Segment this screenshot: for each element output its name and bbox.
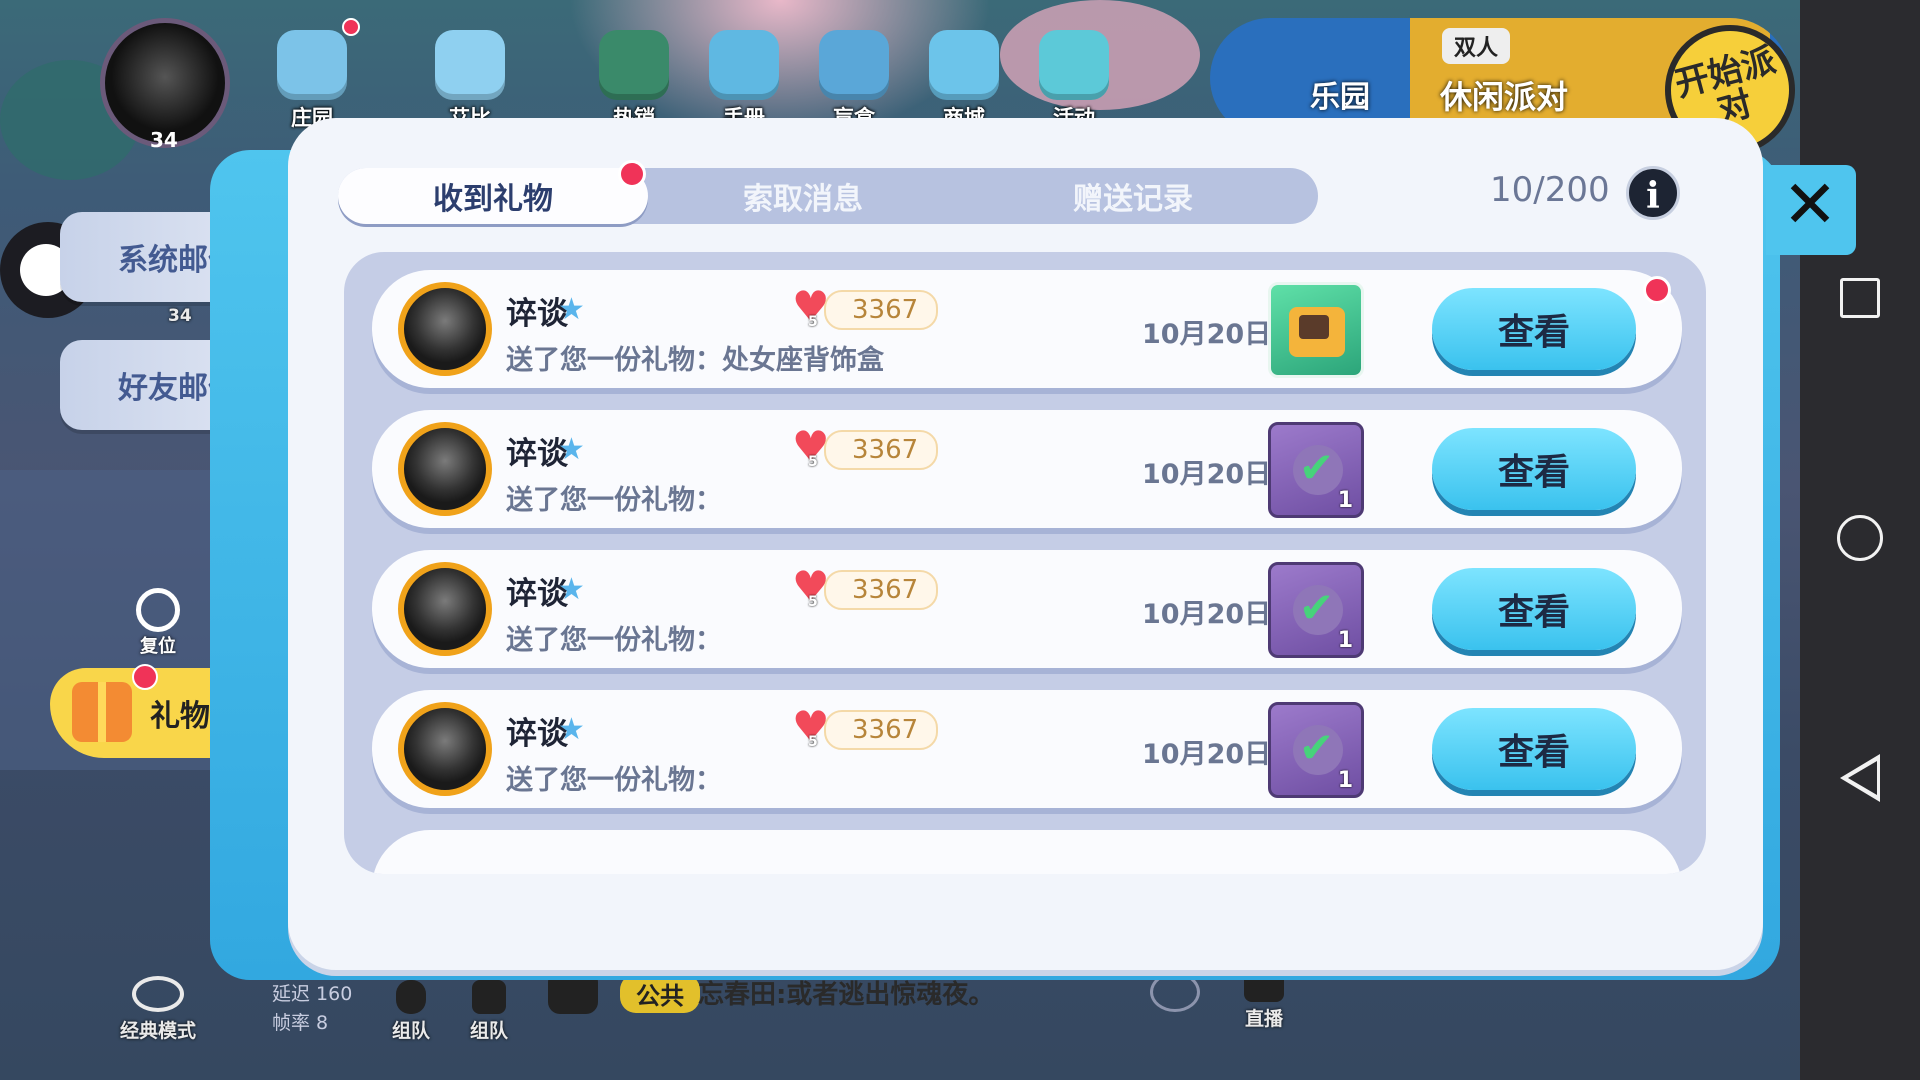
gift-dialog: 索取消息 赠送记录 收到礼物 10/200 i 谇谈 ★ 送了您一份礼物：处女座… (288, 118, 1763, 970)
nav-shop[interactable]: 商城 (914, 30, 1014, 132)
network-stats: 延迟 160 帧率 8 (272, 980, 352, 1038)
back-triangle-icon (1840, 754, 1880, 802)
reset-label: 复位 (140, 636, 176, 657)
sender-avatar[interactable] (398, 702, 492, 796)
reset-button[interactable]: 复位 (128, 588, 188, 658)
player-level: 34 (150, 128, 178, 152)
list-item: 谇谈 ★ 送了您一份礼物： 3367 ♥ 5 10月20日 1 查看 (372, 410, 1682, 528)
info-icon[interactable]: i (1626, 166, 1680, 220)
claimed-check-icon[interactable]: 1 (1268, 702, 1364, 798)
claimed-check-icon[interactable]: 1 (1268, 562, 1364, 658)
tab-sent-records[interactable]: 赠送记录 (978, 168, 1288, 224)
refresh-icon (136, 588, 180, 632)
gift-date: 10月20日 (1142, 319, 1272, 350)
square-icon (1840, 278, 1880, 318)
home-button[interactable] (1800, 498, 1920, 578)
tab-request-messages[interactable]: 索取消息 (648, 168, 958, 224)
list-item-partial (372, 830, 1682, 874)
gift-message: 送了您一份礼物： (506, 625, 722, 656)
list-item: 谇谈 ★ 送了您一份礼物：处女座背饰盒 3367 ♥ 5 10月20日 查看 (372, 270, 1682, 388)
team-mic-button[interactable]: 组队 (392, 980, 430, 1043)
gift-message: 送了您一份礼物： (506, 765, 722, 796)
gift-list[interactable]: 谇谈 ★ 送了您一份礼物：处女座背饰盒 3367 ♥ 5 10月20日 查看 谇… (344, 252, 1706, 874)
circle-icon (1837, 515, 1883, 561)
item-quantity: 1 (1337, 768, 1353, 793)
item-quantity: 1 (1337, 628, 1353, 653)
friendship-points: 3367 (824, 430, 939, 470)
fps-text: 帧率 8 (272, 1012, 329, 1034)
list-item: 谇谈 ★ 送了您一份礼物： 3367 ♥ 5 10月20日 1 查看 (372, 550, 1682, 668)
nav-manor[interactable]: 庄园 (262, 30, 362, 132)
side-level: 34 (168, 306, 192, 326)
gift-center-notification-dot (132, 664, 158, 690)
latency-text: 延迟 160 (272, 983, 353, 1005)
friendship-points: 3367 (824, 290, 939, 330)
friendship-points: 3367 (824, 570, 939, 610)
nav-handbook[interactable]: 手册 (694, 30, 794, 132)
gift-box-icon[interactable] (1268, 282, 1364, 378)
star-icon: ★ (558, 292, 585, 327)
list-item: 谇谈 ★ 送了您一份礼物： 3367 ♥ 5 10月20日 1 查看 (372, 690, 1682, 808)
claimed-check-icon[interactable]: 1 (1268, 422, 1364, 518)
recents-button[interactable] (1800, 258, 1920, 338)
tab-received-gifts[interactable]: 收到礼物 (338, 168, 648, 224)
house-icon (277, 30, 347, 100)
cat-mascot-icon (435, 30, 505, 100)
heart-level: 5 (808, 734, 818, 750)
mode-label: 经典模式 (120, 1020, 197, 1042)
view-button[interactable]: 查看 (1432, 288, 1636, 370)
park-button[interactable]: 乐园 (1310, 72, 1370, 116)
view-button[interactable]: 查看 (1432, 708, 1636, 790)
classic-mode-button[interactable]: 经典模式 (120, 976, 196, 1043)
heart-level: 5 (808, 454, 818, 470)
gift-date: 10月20日 (1142, 459, 1272, 490)
nav-hot-sale[interactable]: 热销 (584, 30, 684, 132)
friendship-points: 3367 (824, 710, 939, 750)
microphone-icon (396, 980, 426, 1014)
sender-avatar[interactable] (398, 562, 492, 656)
tab-notification-dot (618, 160, 646, 188)
nav-abby[interactable]: 艾比 (420, 30, 520, 132)
item-quantity: 1 (1337, 488, 1353, 513)
view-button[interactable]: 查看 (1432, 428, 1636, 510)
gift-date: 10月20日 (1142, 739, 1272, 770)
gift-counter: 10/200 (1490, 170, 1610, 210)
live-label: 直播 (1244, 1008, 1283, 1030)
gift-tabs: 索取消息 赠送记录 收到礼物 (338, 168, 1318, 224)
handbook-icon (709, 30, 779, 100)
heart-level: 5 (808, 594, 818, 610)
sender-avatar[interactable] (398, 422, 492, 516)
duo-badge: 双人 (1442, 28, 1511, 64)
activity-icon (1039, 30, 1109, 100)
nav-activity[interactable]: 活动 (1024, 30, 1124, 132)
view-button[interactable]: 查看 (1432, 568, 1636, 650)
eye-icon (132, 976, 184, 1012)
shop-bag-icon (929, 30, 999, 100)
gift-date: 10月20日 (1142, 599, 1272, 630)
back-button[interactable] (1800, 738, 1920, 818)
star-icon: ★ (558, 712, 585, 747)
heart-level: 5 (808, 314, 818, 330)
nav-blind-box[interactable]: 盲盒 (804, 30, 904, 132)
team-speaker-button[interactable]: 组队 (470, 980, 508, 1043)
gift-message: 送了您一份礼物： (506, 485, 722, 516)
sender-avatar[interactable] (398, 282, 492, 376)
close-icon[interactable]: ✕ (1775, 170, 1845, 240)
gift-message: 送了您一份礼物：处女座背饰盒 (506, 345, 884, 376)
casual-party-label[interactable]: 休闲派对 (1440, 72, 1568, 118)
blind-box-icon (819, 30, 889, 100)
hot-sale-icon (599, 30, 669, 100)
gift-icon (72, 682, 132, 742)
team-mic-label: 组队 (392, 1020, 431, 1042)
speaker-icon (472, 980, 506, 1014)
system-navigation-bar (1800, 0, 1920, 1080)
star-icon: ★ (558, 432, 585, 467)
team-speaker-label: 组队 (470, 1020, 509, 1042)
row-notification-dot (1643, 276, 1671, 304)
star-icon: ★ (558, 572, 585, 607)
